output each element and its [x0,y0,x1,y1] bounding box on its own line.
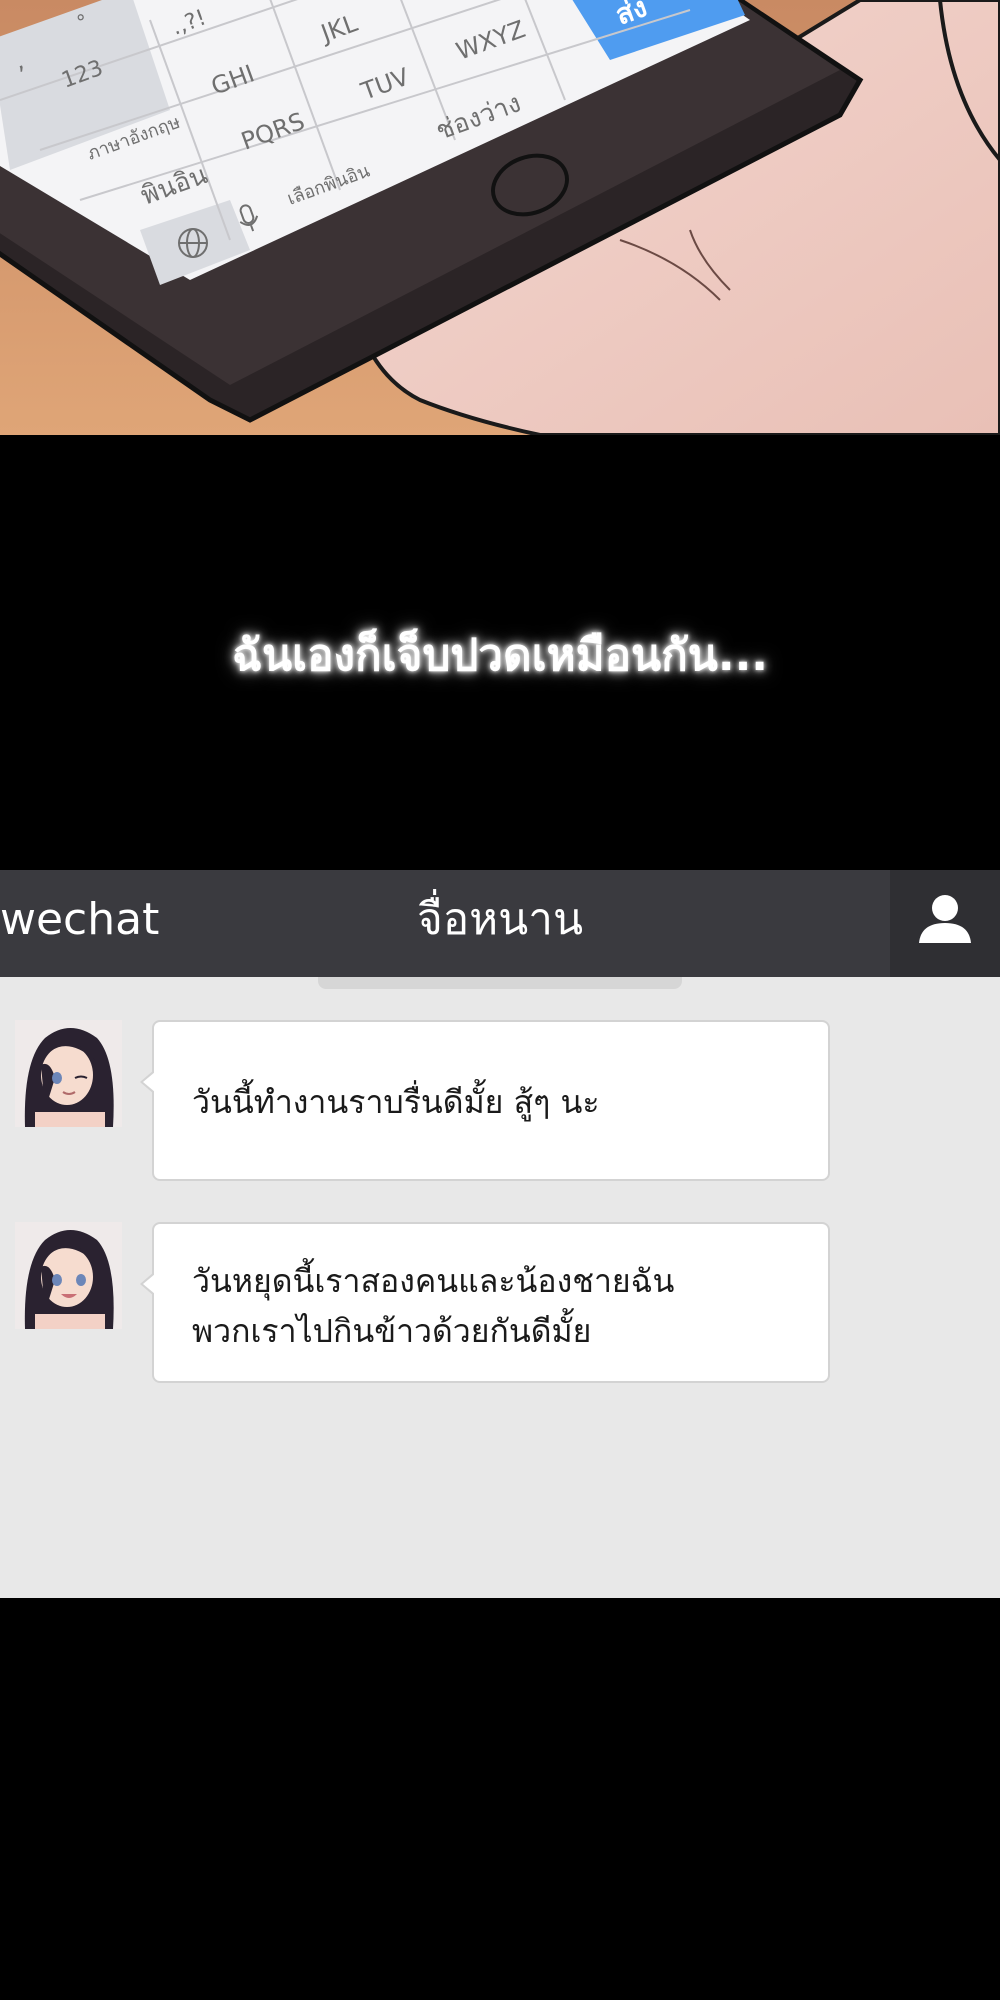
phone-illustration-panel: , ° .,?! JKL WXYZ ส่ง 123 GHI TUV ภาษาอั… [0,0,1000,435]
avatar[interactable] [15,1020,122,1127]
profile-button[interactable] [890,870,1000,977]
message-bubble: วันหยุดนี้เราสองคนและน้องชายฉัน พวกเราไป… [140,1222,830,1383]
chat-screen: wechat จื่อหนาน วันนี้ทำงานราบรื่นดีมั้ย… [0,870,1000,1598]
person-icon [919,895,971,943]
avatar[interactable] [15,1222,122,1329]
header-pull-tab [318,977,682,989]
message-text-line: พวกเราไปกินข้าวด้วยกันดีมั้ย [192,1312,592,1350]
message-text-line: วันหยุดนี้เราสองคนและน้องชายฉัน [192,1262,675,1300]
chat-header: wechat จื่อหนาน [0,870,1000,977]
message-text-line: วันนี้ทำงานราบรื่นดีมั้ย สู้ๆ นะ [192,1083,600,1121]
narration-caption: ฉันเองก็เจ็บปวดเหมือนกัน... [231,630,768,681]
message-bubble: วันนี้ทำงานราบรื่นดีมั้ย สู้ๆ นะ [140,1020,830,1181]
phone-drawing: , ° .,?! JKL WXYZ ส่ง 123 GHI TUV ภาษาอั… [0,0,1000,435]
contact-name: จื่อหนาน [416,894,584,945]
